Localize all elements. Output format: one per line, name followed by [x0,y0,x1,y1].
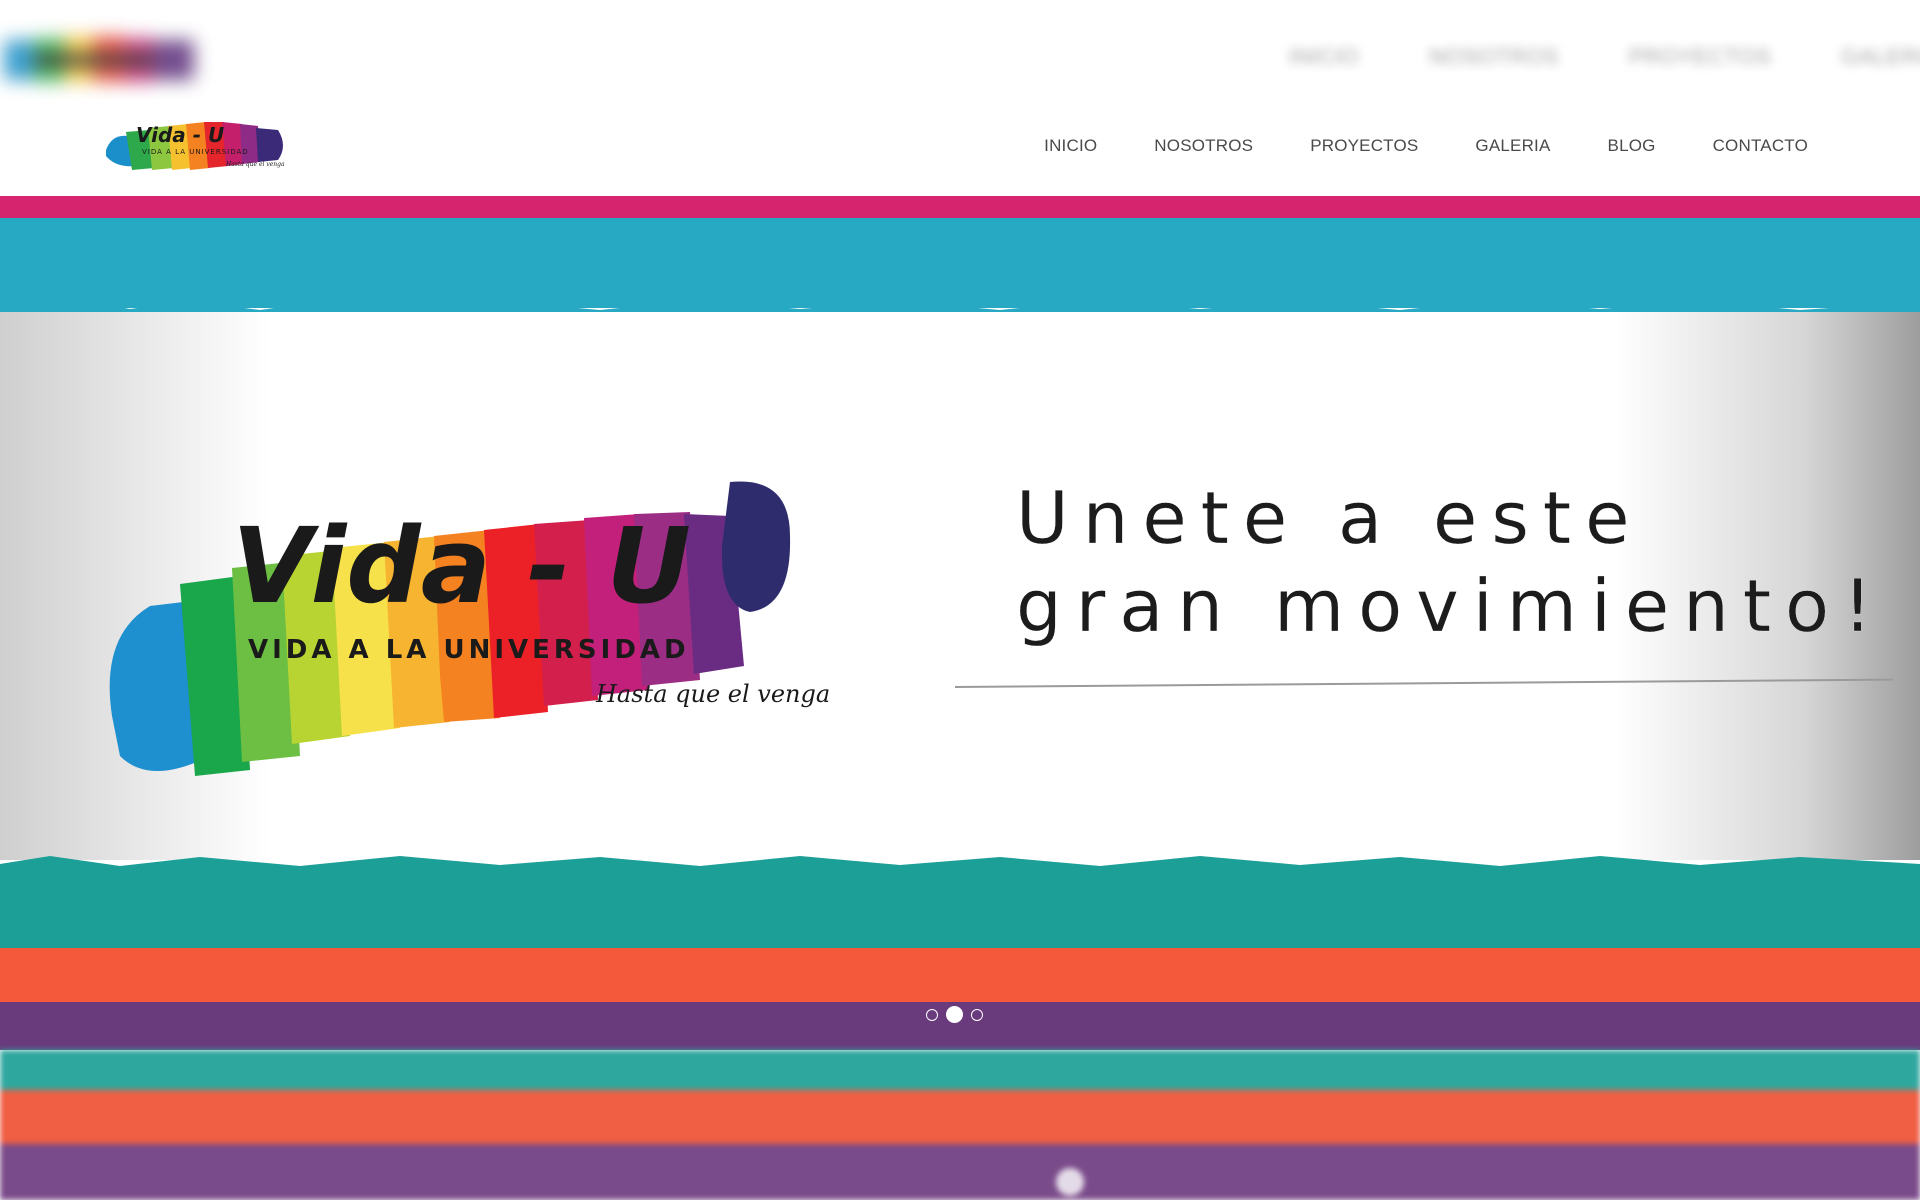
ghost-nav-item: GALERIA [1841,44,1920,69]
slider-pagination [926,1006,983,1023]
ghost-nav-item: NOSOTROS [1428,44,1559,69]
nav-link-proyectos[interactable]: PROYECTOS [1310,136,1418,156]
slider-dot-1[interactable] [926,1008,938,1021]
nav-link-contacto[interactable]: CONTACTO [1713,136,1808,156]
site-header: Vida - U VIDA A LA UNIVERSIDAD Hasta que… [0,100,1920,196]
ghost-header: INICIO NOSOTROS PROYECTOS GALERIA [0,0,1920,100]
logo[interactable]: Vida - U VIDA A LA UNIVERSIDAD Hasta que… [102,116,292,178]
ghost-nav-item: PROYECTOS [1628,44,1772,69]
hero-logo-subtitle: VIDA A LA UNIVERSIDAD [248,635,690,665]
stripe-coral [0,948,1920,1008]
ghost-nav-item: INICIO [1288,44,1359,69]
hero-logo-title: Vida - U [232,505,691,627]
ghost-logo [4,36,194,82]
main-nav: INICIO NOSOTROS PROYECTOS GALERIA BLOG C… [1044,136,1808,156]
logo-tagline: Hasta que el venga [225,161,285,168]
stripe-cyan [0,218,1920,308]
nav-link-inicio[interactable]: INICIO [1044,136,1097,156]
hero-headline: Unete a este gran movimiento! [1016,474,1886,650]
logo-title: Vida - U [136,123,224,147]
nav-link-nosotros[interactable]: NOSOTROS [1154,136,1253,156]
hero-headline-line1: Unete a este [1016,476,1644,560]
logo-subtitle: VIDA A LA UNIVERSIDAD [142,148,249,156]
nav-link-blog[interactable]: BLOG [1608,136,1656,156]
hero-headline-line2: gran movimiento! [1016,564,1886,648]
stripe-teal [0,856,1920,956]
slider-dot-3[interactable] [971,1008,983,1021]
ghost-bottom-stripes [0,1050,1920,1200]
slider-dot-2[interactable] [946,1006,963,1023]
hero-logo-tagline: Hasta que el venga [595,680,830,708]
ghost-nav: INICIO NOSOTROS PROYECTOS GALERIA [1289,44,1920,70]
nav-link-galeria[interactable]: GALERIA [1475,136,1550,156]
